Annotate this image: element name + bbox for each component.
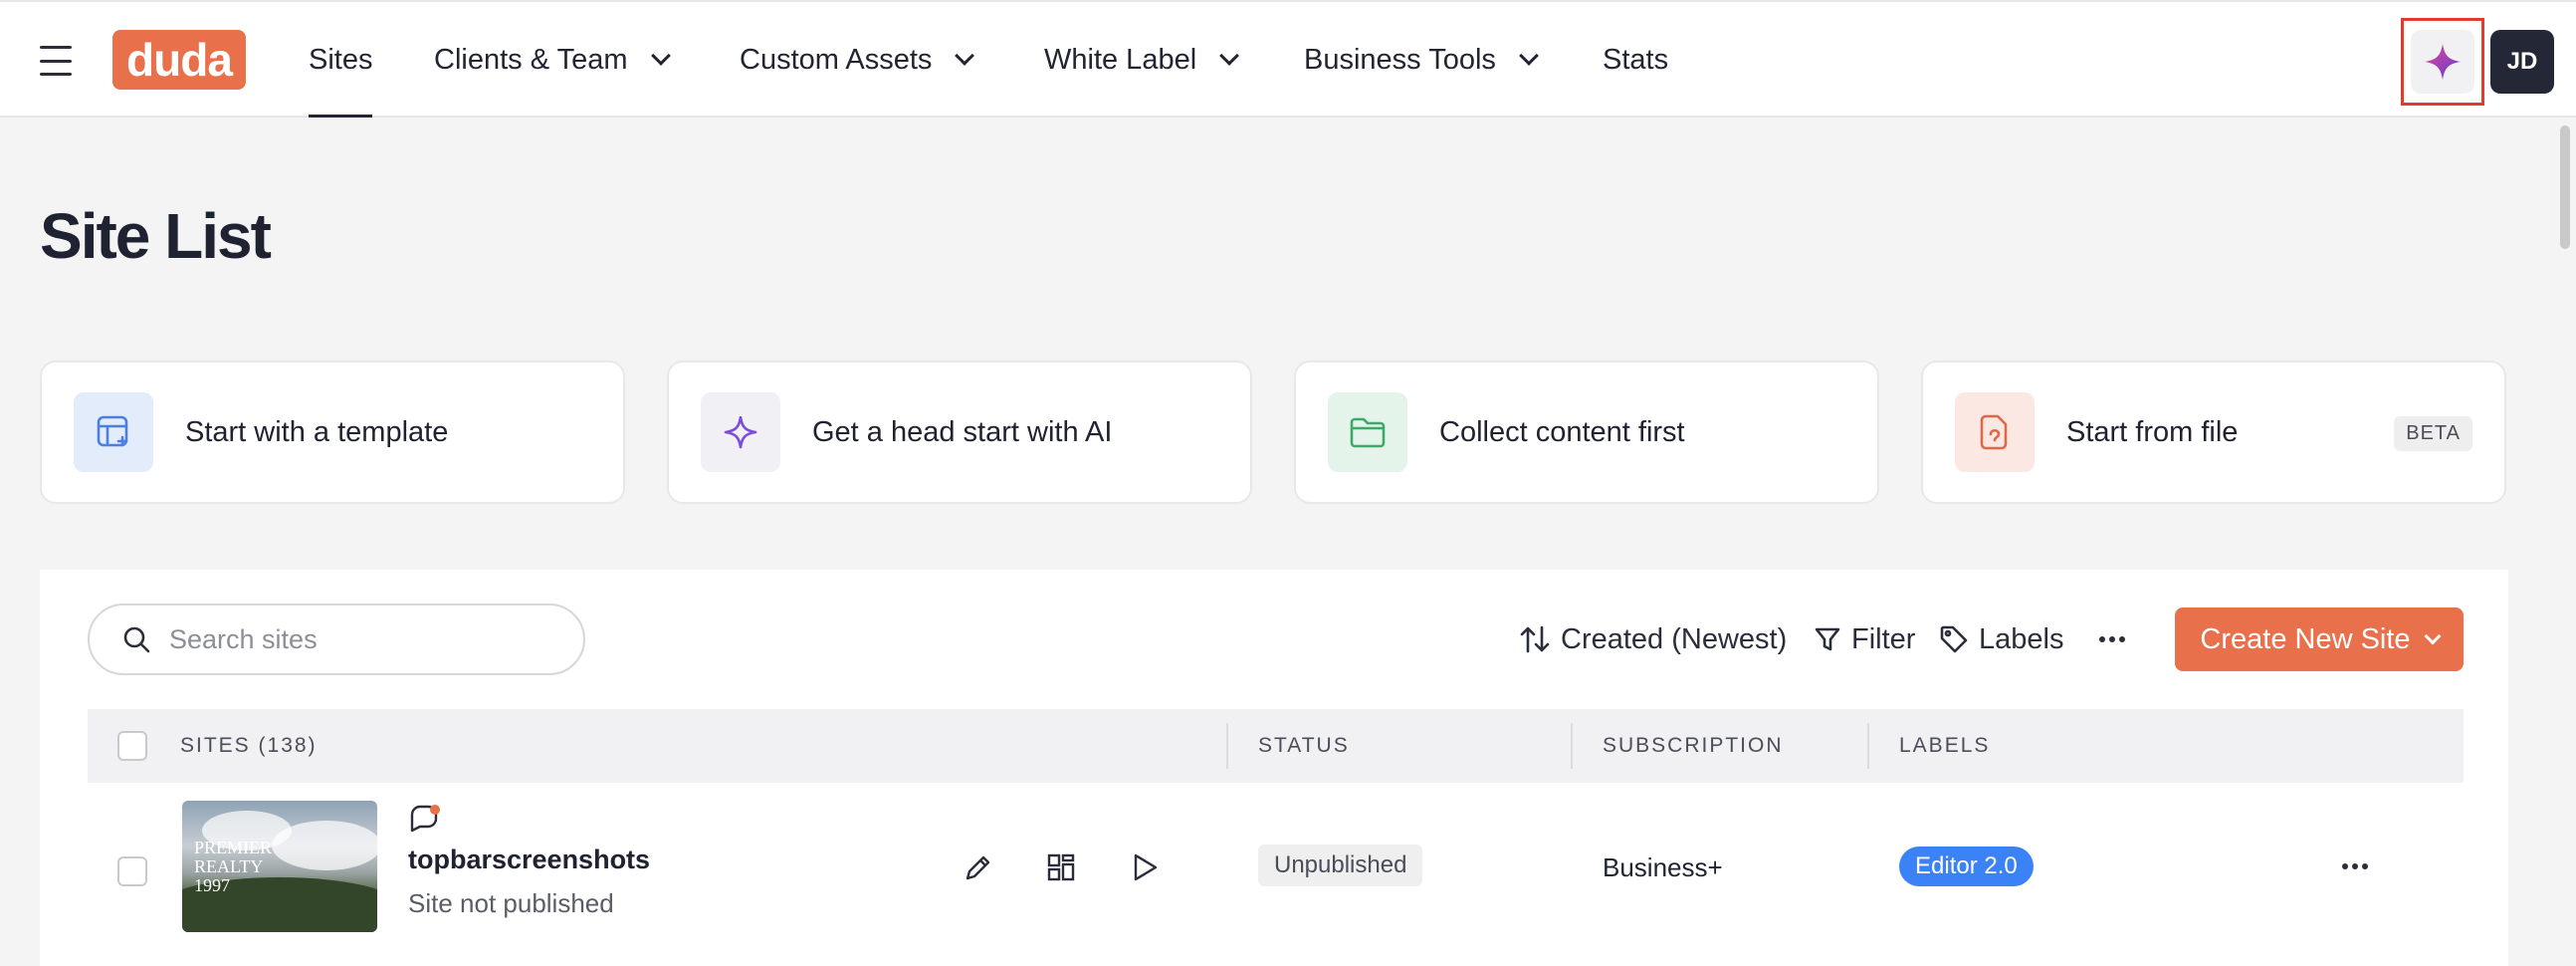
site-thumbnail[interactable]: PREMIER REALTY 1997 bbox=[182, 801, 377, 932]
ai-assistant-button[interactable] bbox=[2401, 18, 2484, 106]
chevron-down-icon bbox=[650, 46, 671, 66]
sort-label: Created (Newest) bbox=[1561, 622, 1788, 655]
table-header: SITES (138) STATUS SUBSCRIPTION LABELS bbox=[88, 709, 2464, 783]
card-label: Start from file bbox=[2066, 415, 2239, 448]
label-badge[interactable]: Editor 2.0 bbox=[1899, 846, 2034, 886]
create-new-site-button[interactable]: Create New Site bbox=[2175, 607, 2464, 671]
thumb-brand-text: PREMIER REALTY 1997 bbox=[194, 838, 273, 895]
template-icon bbox=[74, 392, 153, 472]
tag-icon bbox=[1940, 625, 1968, 653]
collect-content-card[interactable]: Collect content first bbox=[1294, 361, 1879, 504]
site-status-flag-icon bbox=[410, 805, 440, 833]
column-divider bbox=[1867, 723, 1869, 769]
select-all-checkbox[interactable] bbox=[117, 731, 147, 761]
folder-icon bbox=[1328, 392, 1407, 472]
edit-pencil-icon[interactable] bbox=[964, 852, 993, 882]
chevron-down-icon bbox=[1519, 46, 1539, 66]
nav-sites[interactable]: Sites bbox=[309, 2, 373, 118]
nav-white-label[interactable]: White Label bbox=[1044, 2, 1240, 118]
subscription-value: Business+ bbox=[1603, 852, 1723, 882]
duda-logo[interactable]: duda bbox=[112, 30, 246, 90]
site-publish-status: Site not published bbox=[408, 888, 614, 918]
chevron-down-icon bbox=[955, 46, 975, 66]
status-badge: Unpublished bbox=[1258, 845, 1423, 886]
sparkle-icon bbox=[2425, 44, 2461, 80]
header-labels[interactable]: LABELS bbox=[1899, 709, 1990, 783]
filter-button[interactable]: Filter bbox=[1814, 604, 1915, 675]
sort-button[interactable]: Created (Newest) bbox=[1519, 604, 1787, 675]
nav-sites-label: Sites bbox=[309, 43, 373, 76]
header-subscription[interactable]: SUBSCRIPTION bbox=[1603, 709, 1784, 783]
start-with-template-card[interactable]: Start with a template bbox=[40, 361, 625, 504]
column-divider bbox=[1571, 723, 1573, 769]
chevron-down-icon bbox=[1219, 46, 1240, 66]
card-label: Get a head start with AI bbox=[812, 415, 1113, 448]
site-name[interactable]: topbarscreenshots bbox=[408, 845, 650, 875]
nav-custom-assets[interactable]: Custom Assets bbox=[740, 2, 975, 118]
beta-badge: BETA bbox=[2394, 416, 2472, 451]
search-input[interactable] bbox=[169, 623, 547, 655]
menu-icon[interactable] bbox=[40, 46, 72, 76]
more-options-button[interactable] bbox=[2098, 604, 2126, 675]
filter-label: Filter bbox=[1851, 622, 1916, 655]
dashboard-grid-icon[interactable] bbox=[1046, 852, 1076, 882]
filter-icon bbox=[1815, 627, 1840, 651]
page-title: Site List bbox=[40, 200, 272, 272]
sparkle-icon bbox=[701, 392, 780, 472]
header-sites[interactable]: SITES (138) bbox=[180, 709, 318, 783]
sites-panel: Created (Newest) Filter Labels Create Ne… bbox=[40, 570, 2508, 966]
sort-arrows-icon bbox=[1520, 625, 1550, 653]
start-from-file-card[interactable]: Start from file BETA bbox=[1921, 361, 2506, 504]
column-divider bbox=[1226, 723, 1228, 769]
labels-button[interactable]: Labels bbox=[1939, 604, 2063, 675]
page-scrollbar[interactable] bbox=[2560, 125, 2570, 249]
labels-label: Labels bbox=[1979, 622, 2064, 655]
head-start-ai-card[interactable]: Get a head start with AI bbox=[667, 361, 1252, 504]
thumb-cloud bbox=[272, 821, 377, 870]
search-box[interactable] bbox=[88, 604, 585, 675]
ellipsis-icon bbox=[2099, 636, 2125, 642]
card-label: Start with a template bbox=[185, 415, 449, 448]
nav-clients-team-label: Clients & Team bbox=[434, 43, 628, 76]
table-row[interactable]: PREMIER REALTY 1997 topbarscreenshots Si… bbox=[88, 797, 2464, 946]
preview-play-icon[interactable] bbox=[1131, 852, 1159, 882]
nav-clients-team[interactable]: Clients & Team bbox=[434, 2, 671, 118]
chevron-down-icon bbox=[2424, 627, 2442, 645]
nav-custom-assets-label: Custom Assets bbox=[740, 43, 933, 76]
file-icon bbox=[1955, 392, 2035, 472]
nav-stats-label: Stats bbox=[1603, 43, 1669, 76]
ellipsis-icon[interactable] bbox=[2341, 852, 2369, 880]
card-label: Collect content first bbox=[1439, 415, 1685, 448]
header-status[interactable]: STATUS bbox=[1258, 709, 1350, 783]
nav-business-tools-label: Business Tools bbox=[1304, 43, 1496, 76]
nav-white-label-label: White Label bbox=[1044, 43, 1197, 76]
avatar[interactable]: JD bbox=[2490, 30, 2554, 94]
search-icon bbox=[123, 626, 150, 653]
row-checkbox[interactable] bbox=[117, 856, 147, 886]
nav-stats[interactable]: Stats bbox=[1603, 2, 1668, 118]
top-nav: duda Sites Clients & Team Custom Assets … bbox=[0, 0, 2576, 118]
create-new-site-label: Create New Site bbox=[2200, 622, 2411, 655]
nav-business-tools[interactable]: Business Tools bbox=[1304, 2, 1539, 118]
